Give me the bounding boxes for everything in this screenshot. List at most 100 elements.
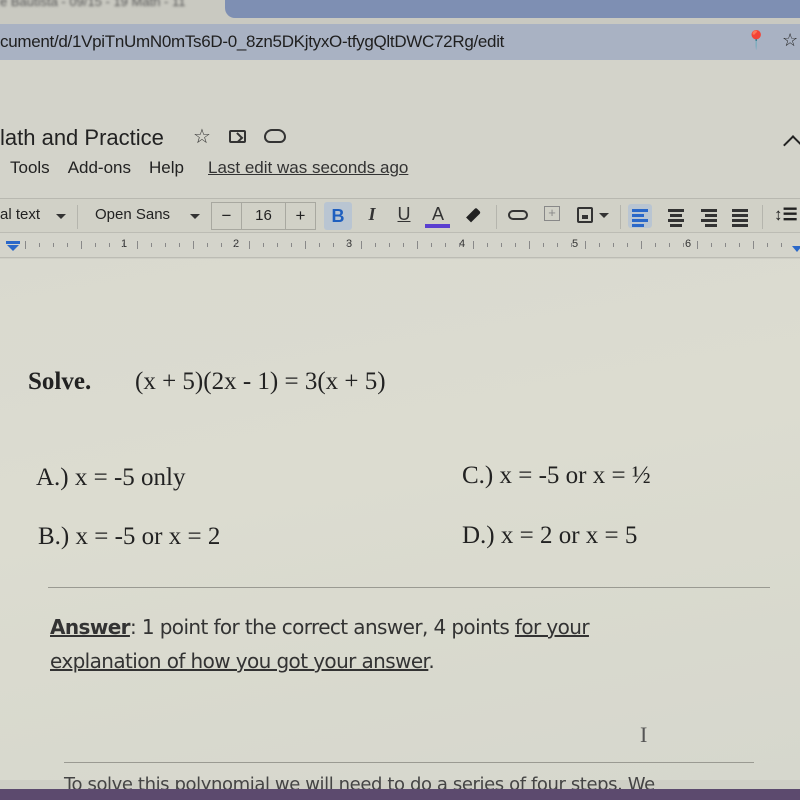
ruler-tick [347,243,348,247]
star-icon[interactable]: ☆ [193,124,211,149]
ruler-tick [557,243,558,247]
ruler-tick [739,243,740,247]
ruler-tick [725,243,726,247]
solve-label: Solve. [28,368,92,395]
ruler-tick [641,241,642,249]
ruler-tick [375,243,376,247]
ruler-tick [39,243,40,247]
ruler-tick [151,243,152,247]
ruler-tick [361,241,362,249]
indent-marker-icon[interactable] [6,241,20,251]
choice-b: B.) x = -5 or x = 2 [38,523,221,550]
add-comment-icon[interactable]: + [544,206,560,221]
ruler-tick [207,243,208,247]
cloud-status-icon[interactable] [264,129,286,143]
italic-button[interactable]: I [361,204,383,225]
choice-c: C.) x = -5 or x = ½ [462,462,651,489]
toolbar-divider [77,205,78,229]
choice-d: D.) x = 2 or x = 5 [462,522,638,549]
ruler[interactable]: 1 2 3 4 5 6 [0,232,800,258]
ruler-tick [515,243,516,247]
document-title[interactable]: lath and Practice [0,125,164,151]
ruler-tick [403,243,404,247]
ruler-tick [179,243,180,247]
ruler-tick [25,241,26,249]
toolbar-divider [620,205,621,229]
ruler-tick [501,243,502,247]
style-dropdown[interactable]: al text [0,206,40,223]
formatting-toolbar: al text Open Sans − 16 + B I U A + ↕☰ [0,198,800,232]
chevron-down-icon[interactable] [56,214,66,219]
ruler-tick [417,241,418,249]
font-size-stepper: − 16 + [211,202,316,230]
text-color-swatch [425,224,450,228]
browser-tab-inactive[interactable]: e Bautista - 09/15 - 19 Math - 11 [0,0,185,9]
answer-label: Answer [50,615,131,639]
font-dropdown[interactable]: Open Sans [95,206,170,223]
browser-tab-strip: e Bautista - 09/15 - 19 Math - 11 [0,0,800,24]
chevron-down-icon[interactable] [599,213,609,218]
link-icon[interactable] [508,210,528,220]
ruler-tick [781,243,782,247]
ruler-tick [95,243,96,247]
chevron-down-icon[interactable] [190,214,200,219]
ruler-tick [585,241,586,249]
align-center-button[interactable] [664,204,688,228]
bold-button[interactable]: B [324,202,352,230]
menu-help[interactable]: Help [140,158,193,182]
align-right-button[interactable] [697,204,721,228]
horizontal-rule [64,762,754,763]
ruler-tick [235,243,236,247]
ruler-number: 5 [572,238,579,250]
answer-text-underlined: for your [514,615,590,639]
menu-add-ons[interactable]: Add-ons [59,158,140,182]
ruler-tick [319,243,320,247]
location-pin-icon[interactable]: 📍 [745,30,767,51]
ruler-tick [53,243,54,247]
insert-image-icon[interactable] [577,207,593,223]
toolbar-divider [496,205,497,229]
ruler-tick [529,241,530,249]
bookmark-star-icon[interactable]: ☆ [782,30,798,51]
document-page[interactable] [0,259,800,780]
ruler-tick [333,243,334,247]
ruler-tick [305,241,306,249]
menu-tools[interactable]: Tools [0,158,59,182]
ruler-tick [123,243,124,247]
ruler-tick [711,243,712,247]
last-edit-link[interactable]: Last edit was seconds ago [208,158,408,178]
ruler-tick [277,243,278,247]
ruler-tick [543,243,544,247]
answer-text: : 1 point for the correct answer, 4 poin… [129,615,515,639]
ruler-tick [81,241,82,249]
ruler-tick [263,243,264,247]
ruler-tick [487,243,488,247]
ruler-tick [109,243,110,247]
text-color-button[interactable]: A [427,204,449,225]
line-spacing-icon[interactable]: ↕☰ [774,205,798,225]
font-size-input[interactable]: 16 [241,203,286,229]
move-to-folder-icon[interactable] [229,130,246,143]
ruler-tick [445,243,446,247]
text-cursor-icon: I [640,722,648,747]
ruler-tick [473,241,474,249]
ruler-tick [459,243,460,247]
right-indent-marker-icon[interactable] [792,246,800,252]
choice-a: A.) x = -5 only [36,464,186,491]
ruler-tick [613,243,614,247]
ruler-tick [655,243,656,247]
highlighter-icon[interactable] [466,207,481,223]
address-bar[interactable]: cument/d/1VpiTnUmN0mTs6D-0_8zn5DKjtyxO-t… [0,24,800,60]
underline-button[interactable]: U [393,204,415,225]
ruler-tick [67,243,68,247]
ruler-tick [627,243,628,247]
browser-tab-active[interactable] [225,0,800,18]
align-left-button[interactable] [628,204,652,228]
url-text[interactable]: cument/d/1VpiTnUmN0mTs6D-0_8zn5DKjtyxO-t… [0,32,504,52]
decrease-font-size-button[interactable]: − [212,203,241,229]
justify-button[interactable] [728,204,752,228]
increase-font-size-button[interactable]: + [286,203,315,229]
ruler-tick [431,243,432,247]
ruler-number: 1 [121,238,128,250]
equation: (x + 5)(2x - 1) = 3(x + 5) [135,368,386,395]
